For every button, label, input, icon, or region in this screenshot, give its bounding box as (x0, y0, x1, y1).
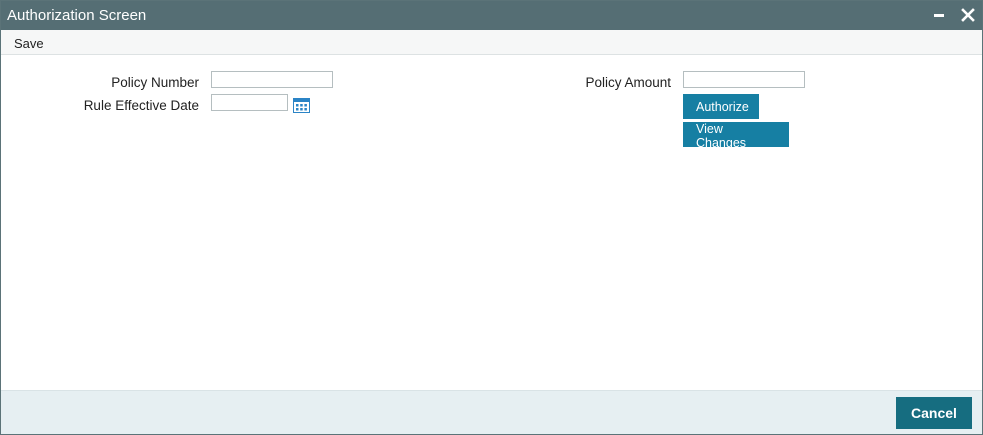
title-bar: Authorization Screen (1, 1, 982, 30)
minimize-icon[interactable] (929, 4, 951, 26)
calendar-icon[interactable] (293, 98, 310, 113)
authorize-button[interactable]: Authorize (683, 94, 759, 119)
policy-number-input[interactable] (211, 71, 333, 88)
view-changes-button[interactable]: View Changes (683, 122, 789, 150)
save-menu-item[interactable]: Save (14, 36, 44, 51)
policy-amount-input[interactable] (683, 71, 805, 88)
menu-bar: Save (1, 30, 982, 55)
rule-effective-date-input[interactable] (211, 94, 288, 111)
rule-effective-date-label: Rule Effective Date (83, 98, 199, 113)
window-title: Authorization Screen (7, 7, 147, 24)
policy-amount-label: Policy Amount (585, 75, 671, 90)
form-area: Policy Number Rule Effective Date Policy… (1, 55, 982, 390)
policy-number-label: Policy Number (111, 75, 199, 90)
close-icon[interactable] (957, 4, 979, 26)
footer-bar: Cancel (1, 390, 982, 434)
cancel-button[interactable]: Cancel (896, 397, 972, 429)
authorization-window: Authorization Screen Save Policy Number … (0, 0, 983, 435)
